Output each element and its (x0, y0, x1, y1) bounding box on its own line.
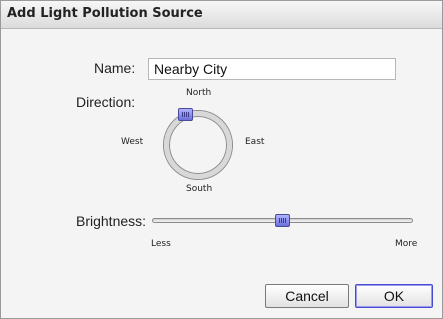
name-field[interactable] (148, 58, 396, 80)
brightness-slider-thumb[interactable] (275, 214, 290, 227)
title-bar: Add Light Pollution Source (1, 1, 442, 29)
direction-south-label: South (186, 184, 213, 194)
brightness-max-label: More (395, 239, 418, 249)
cancel-button[interactable]: Cancel (265, 284, 349, 308)
knob-grip-icon (182, 112, 189, 117)
direction-north-label: North (186, 88, 212, 98)
brightness-min-label: Less (151, 239, 171, 249)
ok-button[interactable]: OK (355, 284, 433, 308)
dialog-title: Add Light Pollution Source (7, 6, 203, 21)
direction-east-label: East (245, 137, 265, 147)
direction-label: Direction: (76, 94, 136, 110)
knob-grip-icon (279, 218, 286, 223)
name-label: Name: (94, 60, 136, 76)
direction-knob[interactable] (178, 108, 193, 121)
brightness-label: Brightness: (76, 213, 147, 229)
direction-west-label: West (121, 137, 144, 147)
add-light-pollution-dialog: Add Light Pollution Source Name: Directi… (0, 0, 443, 319)
direction-dial[interactable] (164, 111, 232, 179)
